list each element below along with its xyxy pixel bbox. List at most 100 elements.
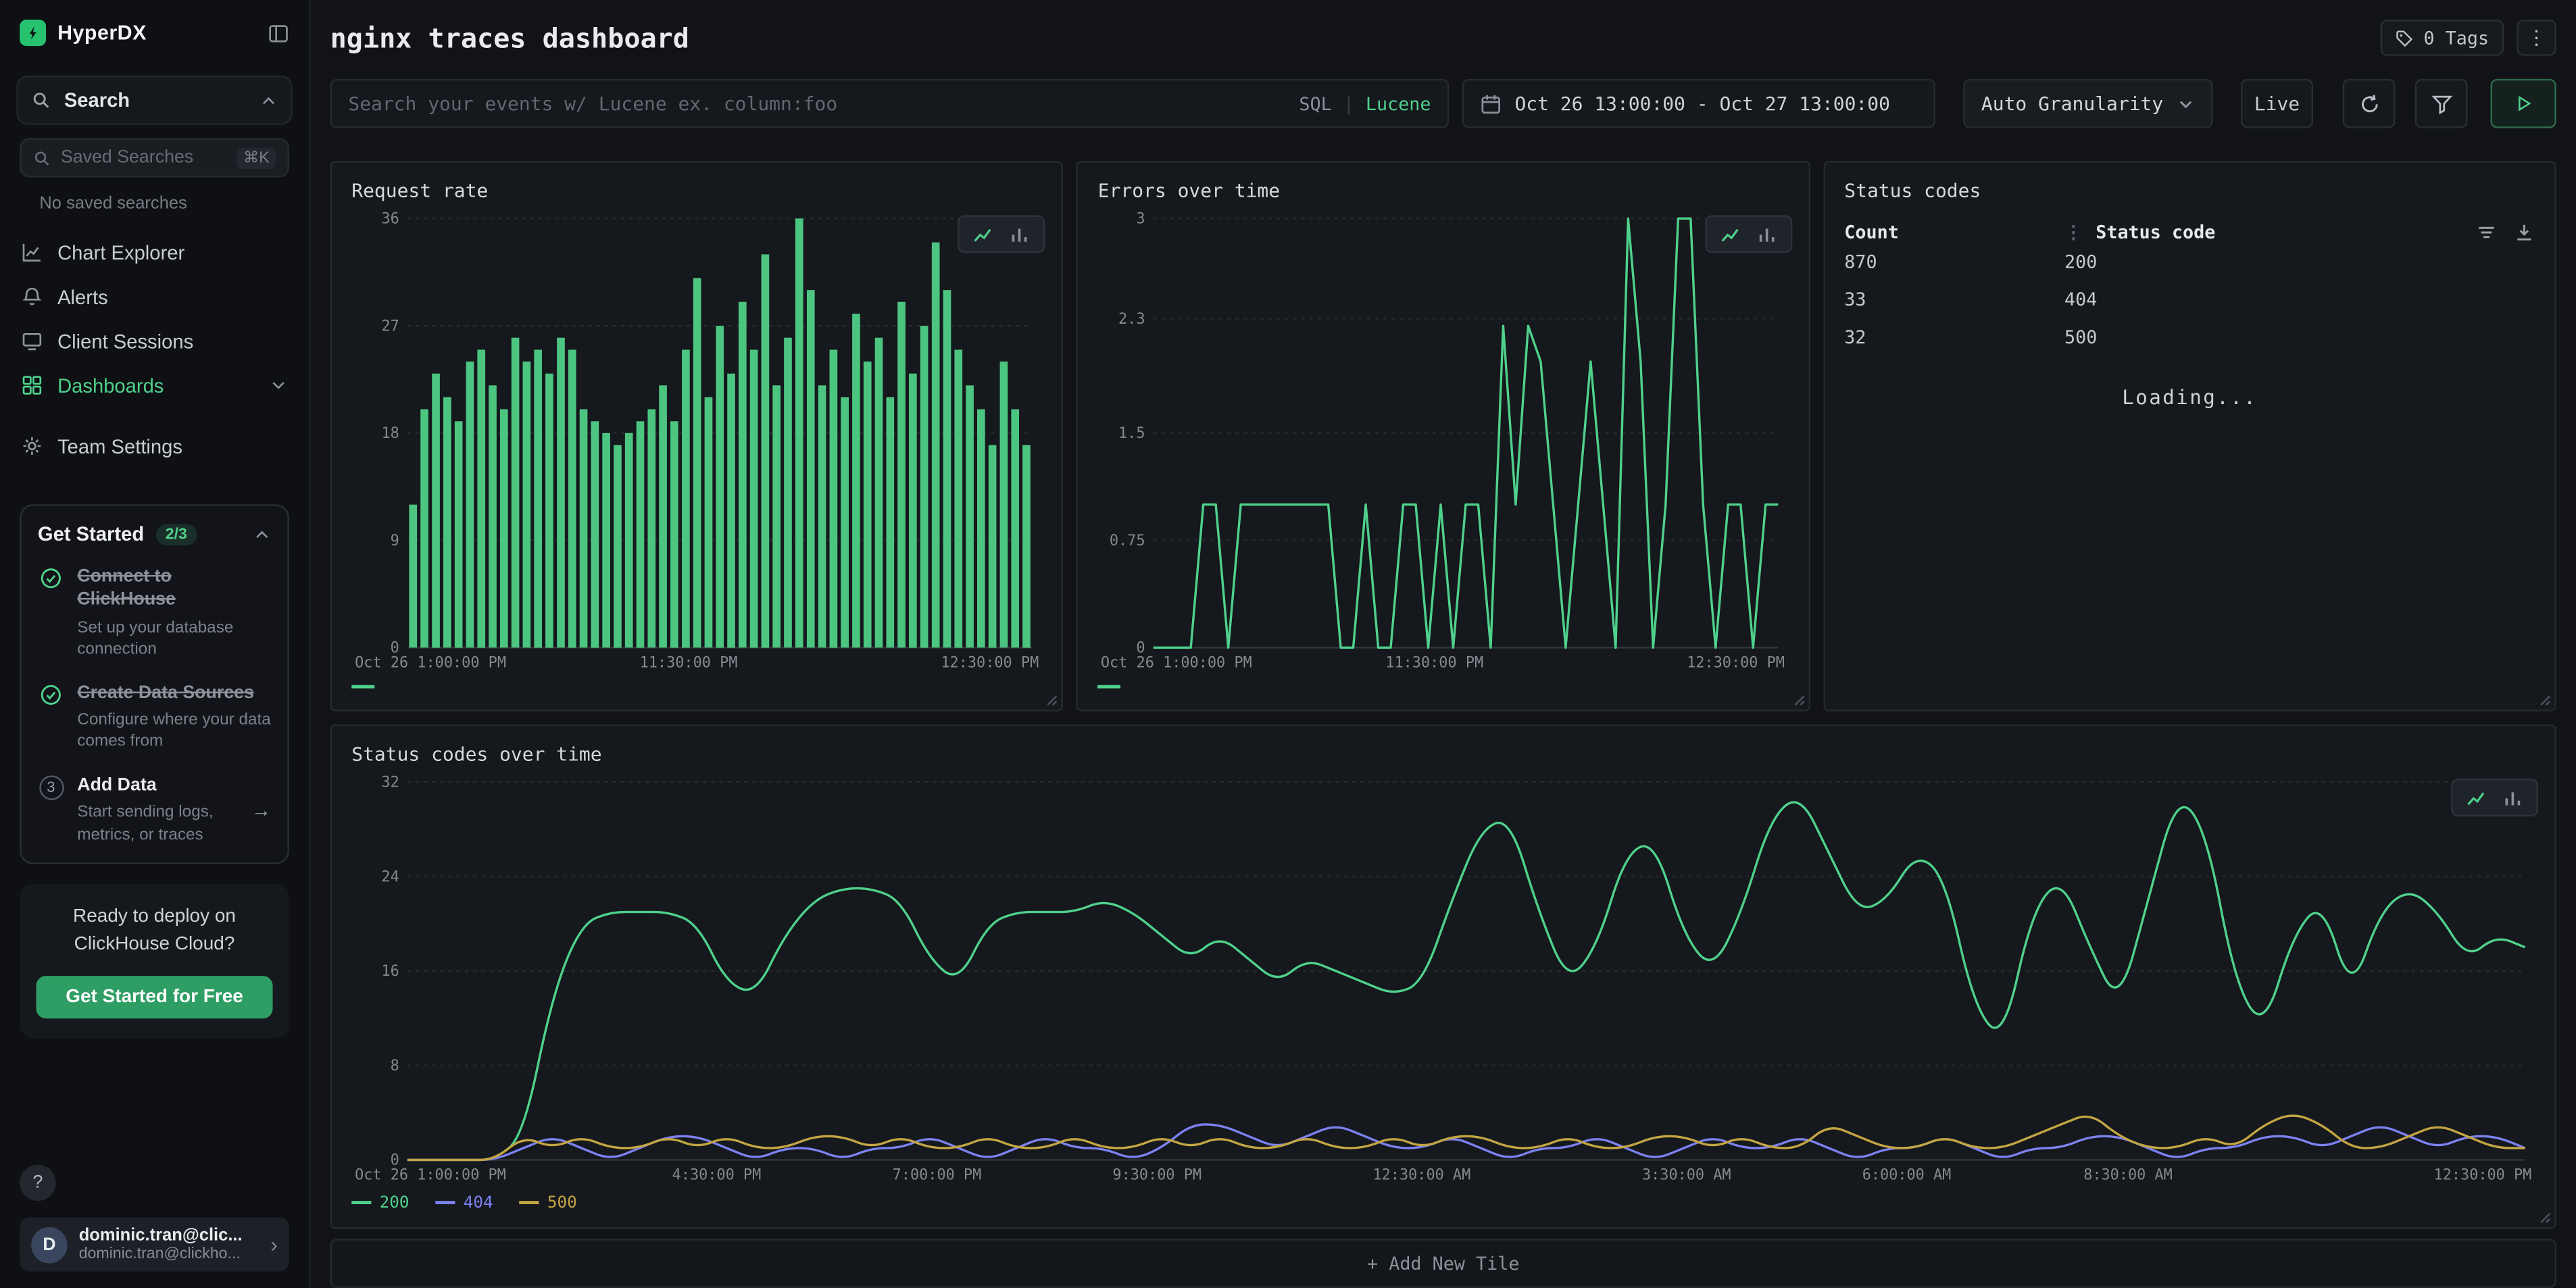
avatar: D (31, 1227, 67, 1262)
tile-status-codes: Status codes Count ⋮ Status code (1823, 161, 2556, 712)
svg-text:9:30:00 PM: 9:30:00 PM (1112, 1167, 1202, 1184)
bar-chart-icon[interactable] (2502, 787, 2524, 809)
sql-toggle[interactable]: SQL (1299, 93, 1331, 114)
svg-text:3:30:00 AM: 3:30:00 AM (1642, 1167, 1731, 1184)
sidebar-item-chart-explorer[interactable]: Chart Explorer (0, 230, 309, 274)
svg-text:36: 36 (381, 211, 399, 228)
tags-label: 0 Tags (2423, 27, 2489, 49)
nav-label: Dashboards (57, 374, 255, 397)
errors-over-time-chart[interactable]: 32.31.50.750Oct 26 1:00:00 PM11:30:00 PM… (1098, 209, 1789, 674)
legend-label: 404 (464, 1194, 493, 1212)
resize-handle[interactable] (1044, 692, 1059, 707)
svg-text:1.5: 1.5 (1119, 425, 1146, 442)
tags-button[interactable]: 0 Tags (2381, 20, 2504, 55)
calendar-icon (1480, 93, 1502, 114)
sidebar: HyperDX Search ⌘K No saved searches (0, 0, 310, 1288)
legend-dash (520, 1202, 539, 1205)
tile-title: Status codes (1844, 179, 2535, 202)
user-menu[interactable]: D dominic.tran@clic... dominic.tran@clic… (20, 1217, 289, 1271)
get-started-step-connect[interactable]: Connect to ClickHouse Set up your databa… (38, 565, 271, 661)
granularity-value: Auto Granularity (1981, 92, 2164, 115)
line-chart-icon[interactable] (2466, 787, 2487, 809)
toggle-divider: | (1343, 93, 1354, 114)
brand-name: HyperDX (57, 22, 256, 45)
svg-text:4:30:00 PM: 4:30:00 PM (672, 1167, 762, 1184)
sidebar-item-alerts[interactable]: Alerts (0, 274, 309, 319)
column-header-status-code[interactable]: Status code (2096, 222, 2475, 243)
filter-button[interactable] (2415, 79, 2468, 128)
gear-icon (22, 435, 43, 457)
column-header-count[interactable]: Count (1844, 222, 2064, 243)
step-number-badge: 3 (38, 774, 64, 847)
svg-text:0.75: 0.75 (1110, 532, 1146, 549)
tag-icon (2396, 29, 2414, 47)
status-codes-over-time-chart[interactable]: 32241680Oct 26 1:00:00 PM4:30:00 PM7:00:… (351, 772, 2535, 1187)
tile-errors-over-time: Errors over time 32.31.50.750Oct 26 1:00… (1076, 161, 1810, 712)
loading-indicator: Loading... (1844, 386, 2535, 409)
legend-item-404[interactable]: 404 (435, 1194, 493, 1212)
tile-title: Errors over time (1098, 179, 1789, 202)
search-section-label: Search (64, 89, 247, 112)
chart-canvas: 32241680Oct 26 1:00:00 PM4:30:00 PM7:00:… (351, 772, 2535, 1187)
dashboard-menu-button[interactable]: ⋮ (2517, 20, 2556, 55)
saved-searches-field[interactable] (61, 148, 227, 168)
sidebar-item-team-settings[interactable]: Team Settings (0, 424, 309, 468)
svg-text:9: 9 (391, 532, 399, 549)
line-chart-icon[interactable] (1720, 224, 1741, 245)
app-window: HyperDX Search ⌘K No saved searches (0, 0, 2576, 1288)
bar-chart-icon[interactable] (1756, 224, 1777, 245)
filter-lines-icon[interactable] (2476, 222, 2498, 243)
sidebar-collapse-icon[interactable] (268, 22, 289, 44)
download-icon[interactable] (2514, 222, 2535, 243)
resize-handle[interactable] (2537, 1210, 2552, 1224)
arrow-right-icon: → (251, 799, 271, 822)
funnel-icon (2431, 93, 2452, 114)
deploy-text-line2: ClickHouse Cloud? (36, 931, 272, 959)
get-started-title: Get Started (38, 522, 144, 545)
toolbar: SQL | Lucene Oct 26 13:00:00 - Oct 27 13… (330, 79, 2556, 128)
add-new-tile-button[interactable]: + Add New Tile (330, 1239, 2556, 1288)
sidebar-item-search[interactable]: Search (16, 76, 292, 125)
sidebar-item-dashboards[interactable]: Dashboards (0, 363, 309, 407)
request-rate-chart[interactable]: 36271890Oct 26 1:00:00 PM11:30:00 PM12:3… (351, 209, 1042, 674)
deploy-promo-card: Ready to deploy on ClickHouse Cloud? Get… (20, 884, 289, 1037)
nav-label: Chart Explorer (57, 241, 287, 264)
resize-handle[interactable] (2537, 692, 2552, 707)
run-query-button[interactable] (2491, 79, 2556, 128)
svg-text:12:30:00 AM: 12:30:00 AM (1372, 1167, 1470, 1184)
sidebar-item-client-sessions[interactable]: Client Sessions (0, 319, 309, 364)
chart-explorer-icon (22, 241, 43, 263)
legend-dash (351, 1202, 371, 1205)
step-description: Configure where your data comes from (77, 710, 271, 754)
lucene-toggle[interactable]: Lucene (1366, 93, 1431, 114)
saved-searches-input[interactable]: ⌘K (20, 138, 289, 177)
svg-text:8: 8 (391, 1058, 399, 1074)
get-started-step-add-data[interactable]: 3 Add Data Start sending logs, metrics, … (38, 774, 271, 847)
shortcut-badge: ⌘K (237, 147, 276, 169)
line-chart-icon[interactable] (973, 224, 995, 245)
get-started-step-sources[interactable]: Create Data Sources Configure where your… (38, 681, 271, 754)
resize-handle[interactable] (1790, 692, 1805, 707)
live-button[interactable]: Live (2241, 79, 2313, 128)
count-cell: 870 (1844, 251, 2064, 273)
date-range-picker[interactable]: Oct 26 13:00:00 - Oct 27 13:00:00 (1462, 79, 1935, 128)
svg-text:7:00:00 PM: 7:00:00 PM (893, 1167, 982, 1184)
event-search-field[interactable] (348, 92, 1286, 115)
granularity-select[interactable]: Auto Granularity (1963, 79, 2213, 128)
get-started-progress-badge: 2/3 (155, 523, 197, 545)
legend-dash (1098, 685, 1121, 689)
get-started-header[interactable]: Get Started 2/3 (38, 522, 271, 545)
table-row[interactable]: 870200 (1844, 243, 2535, 281)
chevron-up-icon (253, 525, 271, 543)
help-button[interactable]: ? (20, 1165, 55, 1201)
bar-chart-icon[interactable] (1009, 224, 1031, 245)
legend-item-500[interactable]: 500 (520, 1194, 577, 1212)
refresh-button[interactable] (2343, 79, 2396, 128)
status-table-header: Count ⋮ Status code (1844, 222, 2535, 243)
table-row[interactable]: 33404 (1844, 281, 2535, 319)
column-divider[interactable]: ⋮ (2064, 222, 2083, 243)
table-row[interactable]: 32500 (1844, 319, 2535, 357)
get-started-free-button[interactable]: Get Started for Free (36, 975, 272, 1018)
event-search-input[interactable]: SQL | Lucene (330, 79, 1450, 128)
legend-item-200[interactable]: 200 (351, 1194, 409, 1212)
